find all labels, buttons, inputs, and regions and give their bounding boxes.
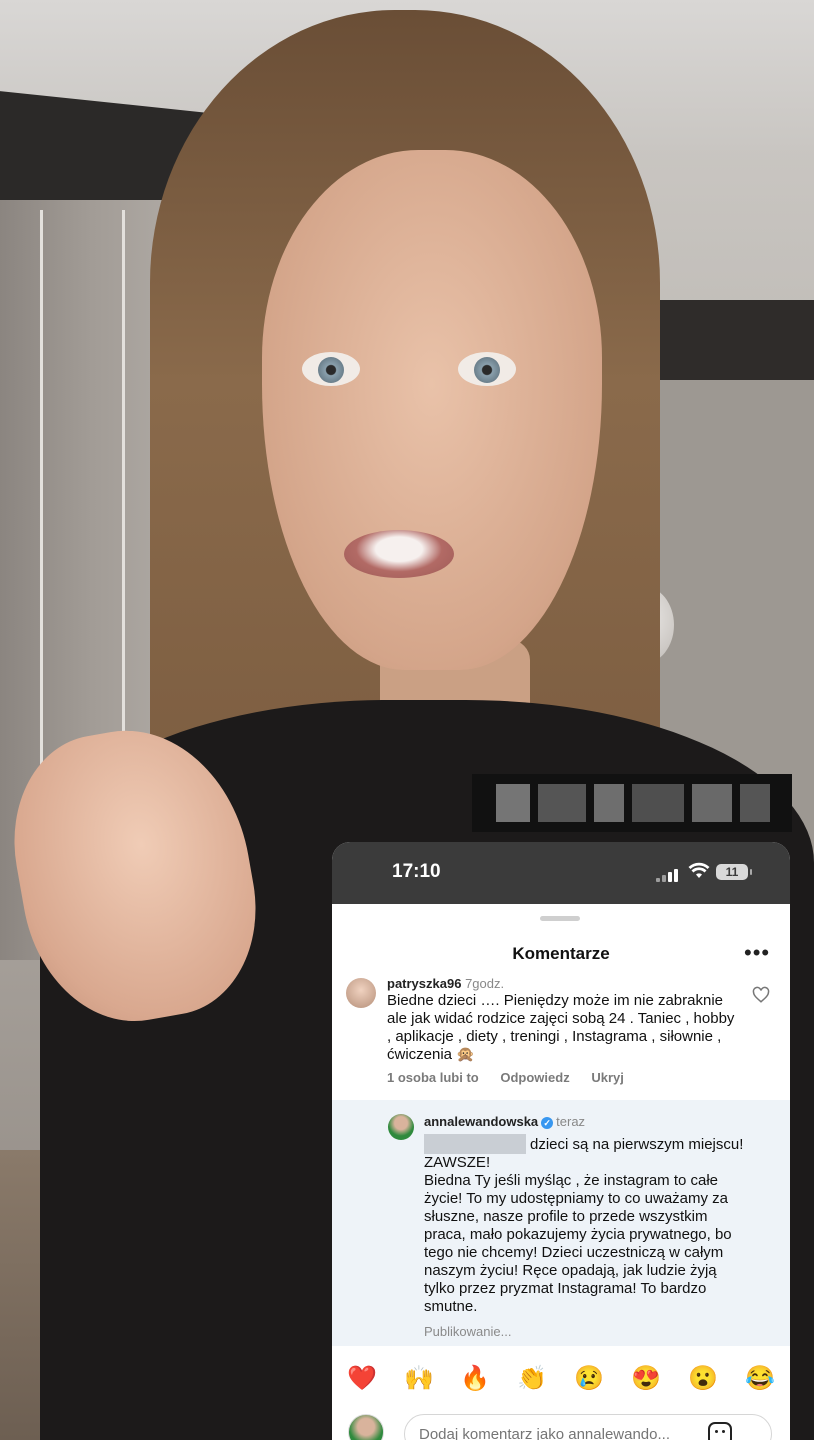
reply-username[interactable]: annalewandowska bbox=[424, 1114, 538, 1129]
battery-icon: 11 bbox=[716, 864, 752, 880]
quick-emoji-bar: ❤️ 🙌 🔥 👏 😢 😍 😮 😂 bbox=[332, 1364, 790, 1400]
pixel-block bbox=[632, 784, 684, 822]
sheet-title: Komentarze bbox=[512, 944, 610, 963]
pixel-block bbox=[538, 784, 586, 822]
avatar[interactable] bbox=[388, 1114, 414, 1140]
status-time: 17:10 bbox=[392, 861, 441, 882]
emoji-laugh[interactable]: 😂 bbox=[744, 1364, 776, 1393]
sticker-icon[interactable] bbox=[708, 1422, 732, 1440]
wifi-icon bbox=[688, 862, 710, 878]
pixel-block bbox=[740, 784, 770, 822]
posting-status: Publikowanie... bbox=[424, 1324, 512, 1339]
phone-screenshot: 17:10 11 Komentarze ••• patryszka96 7god… bbox=[332, 842, 790, 1440]
likes-count[interactable]: 1 osoba lubi to bbox=[387, 1070, 479, 1085]
status-bar: 17:10 11 bbox=[332, 842, 790, 904]
pixel-block bbox=[594, 784, 624, 822]
hide-button[interactable]: Ukryj bbox=[591, 1070, 624, 1085]
pixel-block bbox=[496, 784, 530, 822]
emoji-heart[interactable]: ❤️ bbox=[346, 1364, 378, 1393]
reply-time: teraz bbox=[556, 1114, 586, 1129]
avatar[interactable] bbox=[346, 978, 376, 1008]
comments-sheet: Komentarze ••• patryszka96 7godz. Biedne… bbox=[332, 904, 790, 1440]
emoji-raised-hands[interactable]: 🙌 bbox=[403, 1364, 435, 1393]
comment-text: Biedne dzieci …. Pieniędzy może im nie z… bbox=[387, 992, 735, 1063]
person-eye bbox=[302, 352, 360, 386]
comment-item: patryszka96 7godz. Biedne dzieci …. Pien… bbox=[332, 976, 790, 1118]
sheet-grabber[interactable] bbox=[540, 916, 580, 921]
emoji-clap[interactable]: 👏 bbox=[516, 1364, 548, 1393]
person-face bbox=[262, 150, 602, 670]
emoji-surprised[interactable]: 😮 bbox=[687, 1364, 719, 1393]
emoji-heart-eyes[interactable]: 😍 bbox=[630, 1364, 662, 1393]
reply-button[interactable]: Odpowiedz bbox=[500, 1070, 569, 1085]
pixelated-censor-sticker bbox=[472, 774, 792, 832]
comment-username[interactable]: patryszka96 bbox=[387, 976, 461, 991]
avatar bbox=[348, 1414, 384, 1440]
reply-text: dzieci są na pierwszym miejscu! ZAWSZE! … bbox=[424, 1136, 744, 1315]
signal-icon bbox=[656, 868, 682, 882]
verified-badge-icon: ✓ bbox=[541, 1116, 554, 1129]
pixel-block bbox=[692, 784, 732, 822]
emoji-fire[interactable]: 🔥 bbox=[459, 1364, 491, 1393]
reply-item: annalewandowska ✓ teraz dzieci są na pierw… bbox=[332, 1100, 790, 1346]
emoji-cry[interactable]: 😢 bbox=[573, 1364, 605, 1393]
person-eye bbox=[458, 352, 516, 386]
person-mouth bbox=[344, 530, 454, 578]
comment-time: 7godz. bbox=[465, 976, 505, 991]
more-options-icon[interactable]: ••• bbox=[744, 940, 770, 966]
like-heart-icon[interactable] bbox=[752, 986, 770, 1004]
comment-composer bbox=[332, 1410, 790, 1440]
